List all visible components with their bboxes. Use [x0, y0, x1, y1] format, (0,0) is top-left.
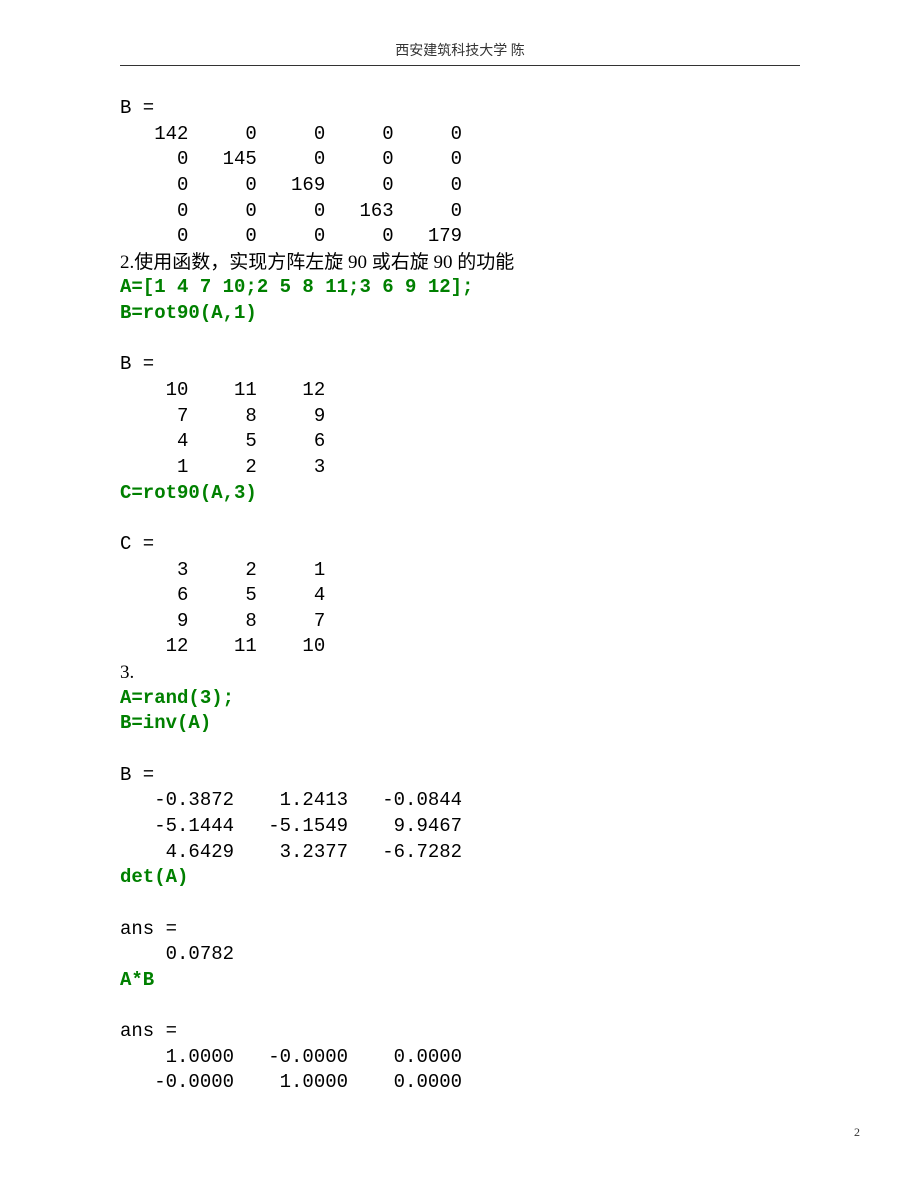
page-header: 西安建筑科技大学 陈 [120, 40, 800, 66]
page-number: 2 [854, 1125, 860, 1140]
output-matrix-b3: B = -0.3872 1.2413 -0.0844 -5.1444 -5.15… [120, 737, 800, 865]
section-3-text: 3. [120, 660, 800, 686]
output-matrix-b1: B = 142 0 0 0 0 0 145 0 0 0 0 0 169 0 0 … [120, 96, 800, 250]
output-ans1: ans = 0.0782 [120, 891, 800, 968]
code-det: det(A) [120, 865, 800, 891]
page-content: 西安建筑科技大学 陈 B = 142 0 0 0 0 0 145 0 0 0 0… [0, 0, 920, 1180]
code-rand-inv: A=rand(3); B=inv(A) [120, 686, 800, 737]
output-matrix-c1: C = 3 2 1 6 5 4 9 8 7 12 11 10 [120, 506, 800, 660]
code-atimesb: A*B [120, 968, 800, 994]
code-rot90-3: C=rot90(A,3) [120, 481, 800, 507]
output-ans2: ans = 1.0000 -0.0000 0.0000 -0.0000 1.00… [120, 993, 800, 1096]
code-rot90-1: A=[1 4 7 10;2 5 8 11;3 6 9 12]; B=rot90(… [120, 275, 800, 326]
output-matrix-b2: B = 10 11 12 7 8 9 4 5 6 1 2 3 [120, 327, 800, 481]
section-2-text: 2.使用函数，实现方阵左旋 90 或右旋 90 的功能 [120, 250, 800, 276]
